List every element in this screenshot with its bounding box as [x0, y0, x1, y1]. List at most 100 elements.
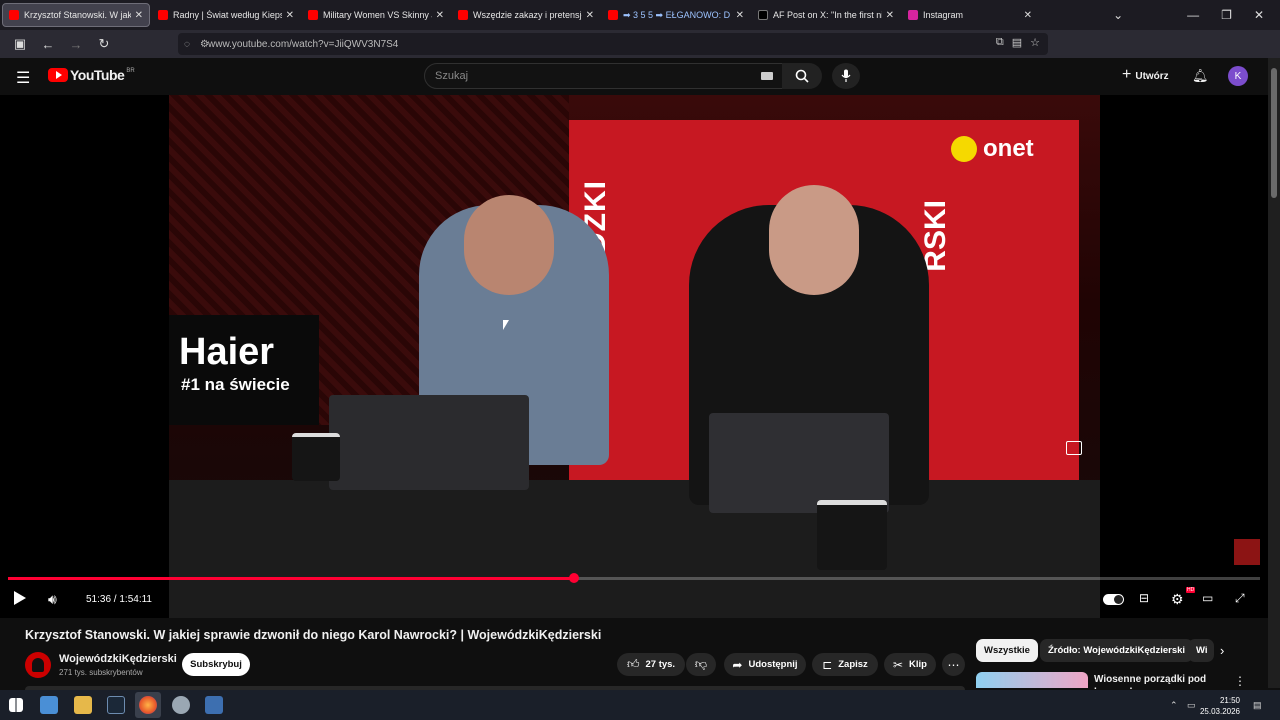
- create-button[interactable]: + Utwórz: [1122, 66, 1169, 84]
- windows-taskbar: [0, 690, 1280, 720]
- recommendation-title[interactable]: Wiosenne porządki pod komendą: [1094, 673, 1224, 689]
- windows-start-icon[interactable]: [9, 698, 23, 712]
- reader-view-icon[interactable]: ▤: [1012, 36, 1022, 49]
- share-button[interactable]: ➦ Udostępnij: [724, 653, 806, 676]
- subscribe-button[interactable]: Subskrybuj: [182, 653, 250, 676]
- network-icon[interactable]: ▭: [1187, 700, 1196, 711]
- chip-from-channel[interactable]: Źródło: WojewódzkiKędzierski: [1040, 639, 1194, 662]
- recommendation-thumbnail[interactable]: [976, 672, 1088, 688]
- more-actions-button[interactable]: ⋯: [942, 653, 965, 676]
- play-icon[interactable]: [14, 591, 26, 605]
- account-avatar[interactable]: K: [1228, 66, 1248, 86]
- list-all-tabs-icon[interactable]: ⌄: [1113, 8, 1123, 22]
- system-clock[interactable]: 21:50 25.03.2026: [1196, 695, 1240, 717]
- scrollbar-thumb[interactable]: [1271, 68, 1277, 198]
- notifications-bell-icon[interactable]: 🔔︎: [1192, 68, 1209, 84]
- browser-tab[interactable]: Radny | Świat według Kiepskich ✕: [152, 3, 300, 27]
- forward-icon[interactable]: →: [64, 32, 88, 56]
- more-horizontal-icon: ⋯: [947, 657, 960, 672]
- explorer-icon[interactable]: [40, 696, 58, 714]
- chip-partial[interactable]: Wi: [1188, 639, 1214, 662]
- search-button[interactable]: [782, 63, 822, 89]
- search-placeholder: Szukaj: [435, 70, 469, 82]
- close-tab-icon[interactable]: ✕: [135, 10, 143, 21]
- host-left-head: [464, 195, 554, 295]
- close-tab-icon[interactable]: ✕: [286, 10, 294, 21]
- close-tab-icon[interactable]: ✕: [736, 10, 744, 21]
- settings-gear-icon[interactable]: ⚙: [1171, 591, 1184, 608]
- volume-icon[interactable]: 🔊︎: [48, 591, 57, 607]
- laptop-right: [709, 413, 889, 513]
- reload-icon[interactable]: ↻: [92, 32, 116, 56]
- guide-menu-icon[interactable]: ☰: [16, 68, 30, 88]
- browser-tab[interactable]: Military Women VS Skinny Joes ✕: [302, 3, 450, 27]
- autoplay-toggle[interactable]: [1103, 594, 1124, 605]
- youtube-play-icon: [48, 68, 68, 82]
- microphone-icon: [841, 69, 851, 82]
- theater-mode-icon[interactable]: ▭: [1202, 591, 1213, 605]
- youtube-favicon-icon: [458, 10, 468, 20]
- close-tab-icon[interactable]: ✕: [1024, 10, 1032, 21]
- share-icon: ➦: [732, 657, 743, 672]
- channel-watermark-icon[interactable]: [1234, 539, 1260, 565]
- tab-title: Instagram: [923, 10, 964, 20]
- progress-scrubber[interactable]: [568, 573, 579, 583]
- folder-icon[interactable]: [74, 696, 92, 714]
- country-code: BR: [126, 68, 135, 74]
- tray-chevron-icon[interactable]: ⌃: [1170, 700, 1178, 711]
- clip-label: Klip: [909, 659, 927, 670]
- close-tab-icon[interactable]: ✕: [586, 10, 594, 21]
- page-scrollbar[interactable]: [1268, 58, 1280, 688]
- youtube-favicon-icon: [158, 10, 168, 20]
- save-button[interactable]: ⊏ Zapisz: [812, 653, 878, 676]
- bookmark-star-icon[interactable]: ☆: [1030, 36, 1040, 49]
- address-bar[interactable]: ◌ ⚙ www.youtube.com/watch?v=JiiQWV3N7S4 …: [178, 33, 1048, 55]
- clip-button[interactable]: ✂ Klip: [884, 653, 936, 676]
- channel-avatar[interactable]: [25, 652, 51, 678]
- video-frame[interactable]: onet WOJEWÓDZKI RSKI Haier #1 na świecie: [169, 95, 1100, 618]
- restore-icon[interactable]: ❐: [1221, 8, 1232, 22]
- browser-nav-bar: ▣ ← → ↻ ◌ ⚙ www.youtube.com/watch?v=JiiQ…: [0, 30, 1280, 81]
- minimize-icon[interactable]: —: [1187, 8, 1199, 22]
- youtube-logo[interactable]: YouTube BR: [48, 67, 135, 83]
- onet-logo: onet: [951, 135, 1034, 163]
- app-icon[interactable]: [172, 696, 190, 714]
- search-icon: [795, 69, 809, 83]
- permissions-icon[interactable]: ⚙: [200, 39, 209, 50]
- browser-tab-bar: Krzysztof Stanowski. W jakiej sp ✕ Radny…: [0, 0, 1280, 30]
- browser-tab[interactable]: AF Post on X: "In the first nine n ✕: [752, 3, 900, 27]
- browser-tab[interactable]: ➡ 3 5 5 ➡ EŁGANOWO: D ✕: [602, 3, 750, 27]
- keyboard-icon[interactable]: [761, 72, 773, 80]
- subtitles-icon[interactable]: ⊟: [1139, 591, 1149, 605]
- video-player[interactable]: onet WOJEWÓDZKI RSKI Haier #1 na świecie…: [0, 95, 1268, 618]
- host-right-head: [769, 185, 859, 295]
- voice-search-button[interactable]: [832, 63, 860, 89]
- browser-tab[interactable]: Wszędzie zakazy i pretensje! Lu ✕: [452, 3, 600, 27]
- calculator-icon[interactable]: [205, 696, 223, 714]
- progress-bar[interactable]: [8, 573, 1260, 583]
- video-title: Krzysztof Stanowski. W jakiej sprawie dz…: [25, 628, 602, 642]
- more-vertical-icon[interactable]: ⋮: [1234, 674, 1246, 688]
- miniplayer-icon[interactable]: [1066, 441, 1082, 455]
- dislike-button[interactable]: 👎︎: [686, 653, 716, 676]
- like-button[interactable]: 👍︎ 27 tys.: [617, 653, 685, 676]
- steam-icon[interactable]: [107, 696, 125, 714]
- back-icon[interactable]: ←: [36, 32, 60, 56]
- fullscreen-icon[interactable]: ⤢: [1235, 591, 1245, 606]
- notifications-icon[interactable]: ▤: [1253, 700, 1262, 711]
- browser-tab[interactable]: Instagram ✕: [902, 3, 1038, 27]
- chip-all[interactable]: Wszystkie: [976, 639, 1038, 662]
- haier-sign-tagline: #1 na świecie: [181, 375, 290, 394]
- close-tab-icon[interactable]: ✕: [436, 10, 444, 21]
- hd-badge: HD: [1186, 587, 1196, 593]
- search-input[interactable]: Szukaj: [424, 63, 784, 89]
- firefox-icon[interactable]: [139, 696, 157, 714]
- close-tab-icon[interactable]: ✕: [886, 10, 894, 21]
- close-window-icon[interactable]: ✕: [1254, 8, 1264, 22]
- picture-in-picture-icon[interactable]: ⧉: [996, 36, 1004, 49]
- browser-tab[interactable]: Krzysztof Stanowski. W jakiej sp ✕: [2, 3, 150, 27]
- sidebar-toggle-icon[interactable]: ▣: [8, 32, 32, 56]
- chevron-right-icon[interactable]: ›: [1220, 643, 1224, 658]
- tab-title: Radny | Świat według Kiepskich: [173, 10, 282, 20]
- channel-name[interactable]: WojewódzkiKędzierski: [59, 653, 177, 665]
